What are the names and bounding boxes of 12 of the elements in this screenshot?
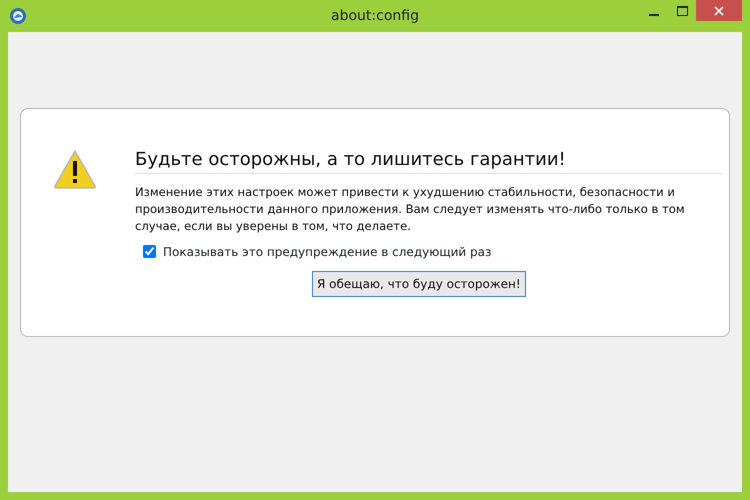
maximize-icon xyxy=(676,6,688,16)
window-title: about:config xyxy=(331,8,419,24)
warning-heading: Будьте осторожны, а то лишитесь гарантии! xyxy=(135,149,722,174)
warning-message: Изменение этих настроек может привести к ухудшению стабильности, безопасности и производительности данного приложения. Вам следует изменять что-либо только в том случае, если вы уверены в том, что делаете. xyxy=(135,184,686,235)
close-icon xyxy=(714,6,724,16)
app-icon xyxy=(9,7,27,25)
warning-icon xyxy=(53,149,97,189)
minimize-icon xyxy=(649,14,659,16)
checkbox-label[interactable]: Показывать это предупреждение в следующий раз xyxy=(163,242,492,261)
close-button[interactable] xyxy=(696,0,742,21)
accept-button[interactable]: Я обещаю, что буду осторожен! xyxy=(312,270,526,297)
checkbox[interactable] xyxy=(143,245,156,258)
